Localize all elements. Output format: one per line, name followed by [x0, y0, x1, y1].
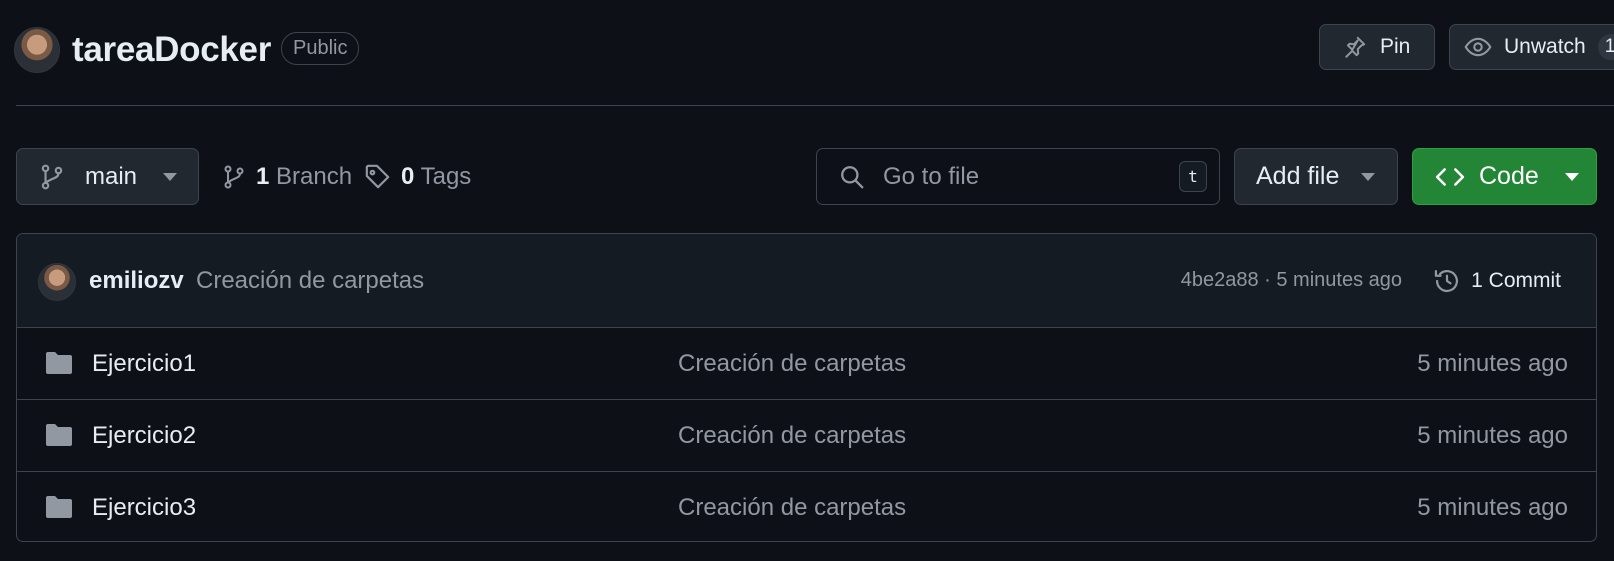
- folder-icon: [45, 423, 73, 447]
- tags-link[interactable]: 0 Tags: [364, 148, 471, 205]
- history-icon: [1433, 267, 1461, 295]
- branch-name: main: [85, 162, 138, 190]
- unwatch-button[interactable]: Unwatch 1: [1449, 24, 1614, 70]
- commit-meta[interactable]: 4be2a88 · 5 minutes ago: [1181, 269, 1402, 292]
- file-updated-time: 5 minutes ago: [1417, 493, 1568, 521]
- file-commit-message[interactable]: Creación de carpetas: [678, 494, 906, 522]
- tags-label: Tags: [420, 162, 472, 190]
- shortcut-key: t: [1179, 161, 1207, 192]
- search-placeholder: Go to file: [883, 162, 980, 190]
- tag-icon: [364, 163, 391, 190]
- commit-author[interactable]: emiliozv: [89, 267, 184, 295]
- repo-name[interactable]: tareaDocker: [72, 30, 271, 70]
- file-updated-time: 5 minutes ago: [1417, 421, 1568, 449]
- table-row[interactable]: Ejercicio2 Creación de carpetas 5 minute…: [17, 400, 1596, 472]
- code-label: Code: [1479, 162, 1539, 190]
- chevron-down-icon: [1564, 172, 1579, 181]
- visibility-badge: Public: [281, 32, 360, 65]
- unwatch-label: Unwatch: [1504, 35, 1586, 58]
- git-branch-icon: [222, 163, 246, 191]
- branches-link[interactable]: 1 Branch: [222, 148, 352, 205]
- chevron-down-icon: [163, 172, 178, 181]
- file-toolbar: main 1 Branch 0 Tags Go to file t Add fi…: [16, 148, 1614, 205]
- repo-header: tareaDocker Public Pin Unwatch 1: [14, 24, 1614, 78]
- pin-icon: [1342, 34, 1368, 60]
- chevron-down-icon: [1361, 172, 1376, 181]
- file-table: emiliozv Creación de carpetas 4be2a88 · …: [16, 233, 1597, 542]
- table-row[interactable]: Ejercicio1 Creación de carpetas 5 minute…: [17, 328, 1596, 400]
- pin-label: Pin: [1380, 35, 1411, 58]
- go-to-file-input[interactable]: Go to file t: [816, 148, 1220, 205]
- commits-link[interactable]: 1 Commit: [1433, 267, 1561, 295]
- owner-avatar[interactable]: [14, 27, 60, 73]
- file-name[interactable]: Ejercicio3: [92, 494, 196, 522]
- branch-count: 1: [256, 162, 270, 190]
- search-icon: [839, 164, 865, 190]
- table-row[interactable]: Ejercicio3 Creación de carpetas 5 minute…: [17, 472, 1596, 541]
- add-file-label: Add file: [1256, 162, 1340, 190]
- branch-selector[interactable]: main: [16, 148, 199, 205]
- commit-message[interactable]: Creación de carpetas: [196, 267, 424, 295]
- watch-count: 1: [1597, 34, 1614, 60]
- folder-icon: [45, 351, 73, 375]
- git-branch-icon: [39, 163, 65, 191]
- file-name[interactable]: Ejercicio2: [92, 422, 196, 450]
- file-updated-time: 5 minutes ago: [1417, 349, 1568, 377]
- code-button[interactable]: Code: [1412, 148, 1597, 205]
- header-divider: [16, 105, 1614, 106]
- eye-icon: [1464, 33, 1492, 61]
- author-avatar[interactable]: [38, 263, 76, 301]
- tag-count: 0: [401, 162, 415, 190]
- latest-commit-bar: emiliozv Creación de carpetas 4be2a88 · …: [17, 234, 1596, 328]
- add-file-button[interactable]: Add file: [1234, 148, 1398, 205]
- code-icon: [1435, 164, 1465, 190]
- pin-button[interactable]: Pin: [1319, 24, 1435, 70]
- folder-icon: [45, 495, 73, 519]
- commit-count-label: 1 Commit: [1471, 268, 1561, 292]
- file-commit-message[interactable]: Creación de carpetas: [678, 422, 906, 450]
- branch-label: Branch: [276, 162, 353, 190]
- file-commit-message[interactable]: Creación de carpetas: [678, 350, 906, 378]
- file-name[interactable]: Ejercicio1: [92, 350, 196, 378]
